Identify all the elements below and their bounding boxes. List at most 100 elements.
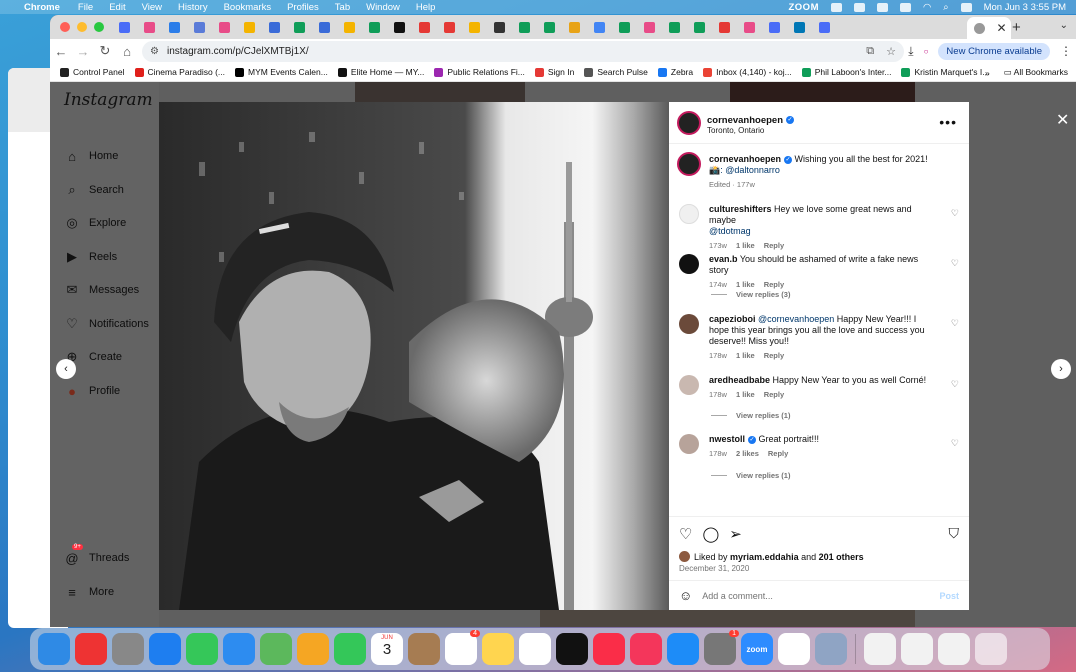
calendar-icon[interactable]: JUN 3: [371, 633, 403, 665]
bookmark-item[interactable]: Zebra: [657, 67, 693, 77]
maps-icon[interactable]: [260, 633, 292, 665]
previous-post-button[interactable]: ‹: [56, 359, 76, 379]
apple-tv-icon[interactable]: [556, 633, 588, 665]
nav-item-reels[interactable]: ▶ Reels: [64, 249, 117, 265]
spotlight-icon[interactable]: ⌕: [943, 2, 948, 13]
bookmark-item[interactable]: Search Pulse: [584, 67, 648, 77]
browser-tab[interactable]: [291, 19, 307, 35]
download-icon[interactable]: ⤓: [908, 44, 913, 59]
close-window-button[interactable]: [60, 22, 70, 32]
preview-icon[interactable]: [815, 633, 847, 665]
new-chrome-available-button[interactable]: New Chrome available: [938, 42, 1050, 60]
browser-tab[interactable]: [191, 19, 207, 35]
commenter-avatar[interactable]: [679, 375, 699, 395]
nav-item-profile[interactable]: ● Profile: [64, 383, 120, 399]
view-replies-button[interactable]: View replies (3): [711, 290, 790, 299]
nav-item-notifications[interactable]: ♡ Notifications: [64, 316, 149, 332]
nav-item-threads[interactable]: @9+ Threads: [64, 544, 129, 566]
document-thumbnail-icon[interactable]: [901, 633, 933, 665]
browser-tab[interactable]: [566, 19, 582, 35]
browser-tab[interactable]: [766, 19, 782, 35]
menu-history[interactable]: History: [178, 2, 208, 13]
commenter-avatar[interactable]: [679, 434, 699, 454]
browser-tab[interactable]: [666, 19, 682, 35]
document-thumbnail-icon[interactable]: [938, 633, 970, 665]
home-button[interactable]: ⌂: [116, 44, 138, 59]
commenter-avatar[interactable]: [679, 314, 699, 334]
browser-tab[interactable]: [516, 19, 532, 35]
bookmark-item[interactable]: Elite Home — MY...: [337, 67, 424, 77]
all-bookmarks-button[interactable]: ▭ All Bookmarks: [1004, 67, 1068, 78]
close-tab-icon[interactable]: ✕: [996, 21, 1006, 35]
more-bookmarks-icon[interactable]: »: [985, 68, 990, 78]
active-tab[interactable]: ✕: [967, 17, 1011, 39]
maximize-window-button[interactable]: [94, 22, 104, 32]
status-icon[interactable]: [876, 2, 888, 12]
instagram-logo[interactable]: Instagram: [64, 90, 153, 110]
reply-button[interactable]: Reply: [768, 449, 788, 458]
browser-tab[interactable]: [591, 19, 607, 35]
bookmark-item[interactable]: Sign In: [534, 67, 574, 77]
browser-tab[interactable]: [266, 19, 282, 35]
browser-tab[interactable]: [216, 19, 232, 35]
bookmark-item[interactable]: Phil Laboon's Inter...: [801, 67, 891, 77]
commenter-avatar[interactable]: [679, 204, 699, 224]
comment-username[interactable]: cultureshifters: [709, 204, 772, 214]
reply-button[interactable]: Reply: [764, 351, 784, 360]
finder-icon[interactable]: [38, 633, 70, 665]
browser-tab[interactable]: [116, 19, 132, 35]
browser-tab[interactable]: [341, 19, 357, 35]
reply-button[interactable]: Reply: [764, 241, 784, 250]
comment-like-count[interactable]: 1 like: [736, 280, 755, 289]
zoom-icon[interactable]: zoom: [741, 633, 773, 665]
news-icon[interactable]: [630, 633, 662, 665]
app-store-icon[interactable]: [667, 633, 699, 665]
status-icon[interactable]: [899, 2, 911, 12]
launchpad-icon[interactable]: [112, 633, 144, 665]
liked-by-user[interactable]: myriam.eddahia: [730, 552, 799, 562]
browser-tab[interactable]: [491, 19, 507, 35]
like-heart-icon[interactable]: ♡: [679, 525, 692, 543]
menu-tab[interactable]: Tab: [335, 2, 350, 13]
reminders-icon[interactable]: 4: [445, 630, 480, 665]
photos-icon[interactable]: [297, 633, 329, 665]
status-icon[interactable]: [853, 2, 865, 12]
notes-icon[interactable]: [482, 633, 514, 665]
nav-item-home[interactable]: ⌂ Home: [64, 148, 118, 164]
bookmark-item[interactable]: Control Panel: [60, 67, 125, 77]
reply-button[interactable]: Reply: [764, 390, 784, 399]
comment-like-count[interactable]: 1 like: [736, 390, 755, 399]
nav-item-explore[interactable]: ◎ Explore: [64, 215, 126, 231]
comment-like-heart-icon[interactable]: ♡: [951, 379, 959, 390]
add-comment-input[interactable]: Add a comment...: [702, 591, 939, 601]
bookmark-star-icon[interactable]: ☆: [886, 45, 896, 58]
browser-tab[interactable]: [791, 19, 807, 35]
more-options-icon[interactable]: •••: [939, 114, 957, 130]
caption-username[interactable]: cornevanhoepen: [709, 154, 781, 164]
browser-tab[interactable]: [641, 19, 657, 35]
menu-edit[interactable]: Edit: [109, 2, 125, 13]
menu-view[interactable]: View: [142, 2, 162, 13]
browser-tab[interactable]: [316, 19, 332, 35]
view-replies-button[interactable]: View replies (1): [711, 411, 790, 420]
share-icon[interactable]: ➢: [729, 525, 742, 543]
caption-credit[interactable]: 📸: @daltonnarro: [709, 165, 780, 175]
liker-avatar[interactable]: [679, 551, 690, 562]
comment-mention[interactable]: @tdotmag: [709, 226, 751, 236]
browser-tab[interactable]: [541, 19, 557, 35]
install-app-icon[interactable]: ⧉: [866, 45, 874, 58]
bookmark-item[interactable]: Inbox (4,140) - koj...: [703, 67, 792, 77]
close-modal-icon[interactable]: ✕: [1056, 110, 1069, 130]
post-comment-button[interactable]: Post: [939, 591, 959, 601]
menu-file[interactable]: File: [78, 2, 93, 13]
browser-tab[interactable]: [241, 19, 257, 35]
commenter-avatar[interactable]: [679, 254, 699, 274]
comment-mention[interactable]: @cornevanhoepen: [758, 314, 834, 324]
safari-icon[interactable]: [149, 633, 181, 665]
browser-tab[interactable]: [441, 19, 457, 35]
browser-tab[interactable]: [691, 19, 707, 35]
browser-tab[interactable]: [391, 19, 407, 35]
menu-app-name[interactable]: Chrome: [24, 2, 60, 13]
menu-bookmarks[interactable]: Bookmarks: [224, 2, 272, 13]
liked-by-others[interactable]: 201 others: [819, 552, 864, 562]
